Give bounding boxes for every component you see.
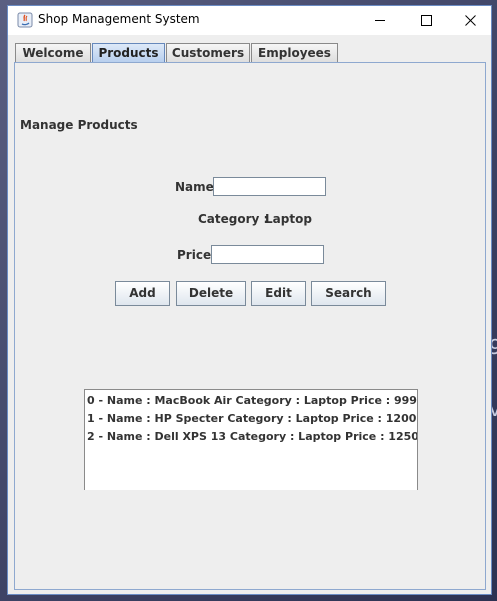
product-list[interactable]: 0 - Name : MacBook Air Category : Laptop… [84, 389, 418, 490]
category-label: Category : [198, 212, 269, 226]
category-value: Laptop [265, 212, 312, 226]
close-button[interactable] [447, 6, 493, 35]
search-button[interactable]: Search [311, 281, 386, 306]
name-input[interactable] [213, 177, 326, 196]
edit-button[interactable]: Edit [251, 281, 306, 306]
list-item[interactable]: 1 - Name : HP Specter Category : Laptop … [85, 410, 417, 428]
maximize-button[interactable] [403, 6, 449, 35]
tab-welcome[interactable]: Welcome [15, 43, 91, 62]
add-button[interactable]: Add [115, 281, 170, 306]
delete-button[interactable]: Delete [176, 281, 246, 306]
title-bar[interactable]: Shop Management System [8, 6, 491, 35]
price-input[interactable] [211, 245, 324, 264]
price-label: Price [177, 248, 212, 262]
window-title: Shop Management System [38, 12, 200, 26]
list-item[interactable]: 2 - Name : Dell XPS 13 Category : Laptop… [85, 428, 417, 446]
tab-products[interactable]: Products [92, 43, 165, 62]
minimize-icon [374, 20, 385, 21]
list-item[interactable]: 0 - Name : MacBook Air Category : Laptop… [85, 392, 417, 410]
maximize-icon [420, 15, 432, 26]
products-panel: Manage Products Name Category : Laptop P… [14, 62, 486, 590]
minimize-button[interactable] [357, 6, 403, 35]
panel-heading: Manage Products [20, 118, 138, 132]
close-icon [464, 15, 476, 26]
tab-customers[interactable]: Customers [166, 43, 250, 62]
app-window: Shop Management System Welcome Products … [7, 5, 492, 595]
name-label: Name [175, 180, 214, 194]
tab-employees[interactable]: Employees [251, 43, 338, 62]
java-app-icon [17, 12, 33, 28]
